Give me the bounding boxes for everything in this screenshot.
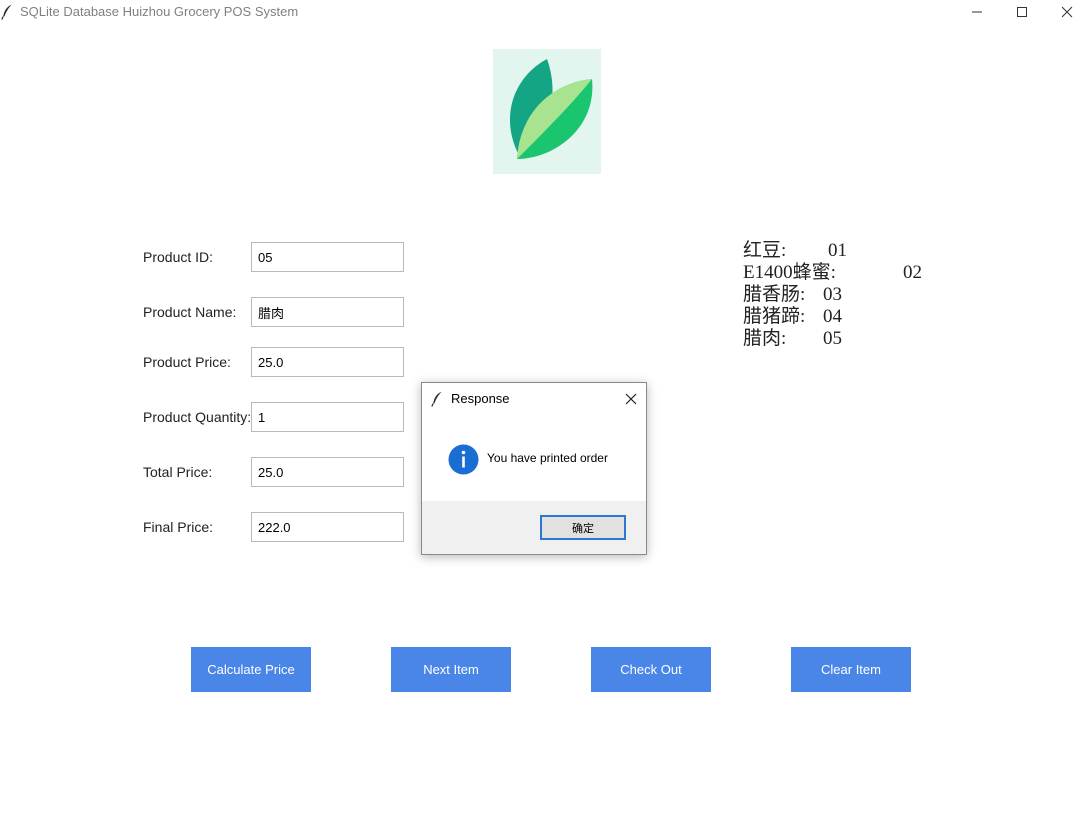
product-id-input[interactable]	[251, 242, 404, 272]
product-reference-name: E1400蜂蜜:	[743, 262, 836, 283]
product-reference-name: 红豆:	[743, 240, 787, 261]
product-name-label: Product Name:	[143, 304, 237, 320]
product-price-label: Product Price:	[143, 354, 231, 370]
minimize-button[interactable]	[955, 0, 1000, 24]
product-code-list: 红豆: 01 E1400蜂蜜: 02 腊香肠: 03 腊猪蹄: 04 腊肉: 0…	[743, 240, 943, 350]
dialog-title: Response	[451, 391, 510, 406]
store-logo	[493, 49, 601, 174]
product-reference-code: 03	[823, 284, 842, 305]
final-price-input[interactable]	[251, 512, 404, 542]
window-title: SQLite Database Huizhou Grocery POS Syst…	[20, 4, 299, 19]
product-reference-name: 腊香肠:	[743, 284, 806, 305]
product-price-input[interactable]	[251, 347, 404, 377]
product-id-label: Product ID:	[143, 249, 214, 265]
feather-icon	[1, 4, 12, 20]
info-icon	[448, 444, 479, 475]
list-item: E1400蜂蜜: 02	[743, 262, 943, 284]
dialog-close-button[interactable]	[623, 391, 639, 407]
list-item: 腊香肠: 03	[743, 284, 943, 306]
total-price-input[interactable]	[251, 457, 404, 487]
close-window-button[interactable]	[1045, 0, 1086, 24]
minimize-icon	[972, 11, 982, 13]
title-bar: SQLite Database Huizhou Grocery POS Syst…	[0, 0, 1086, 24]
close-icon	[625, 393, 637, 405]
clear-item-button[interactable]: Clear Item	[791, 647, 911, 692]
feather-icon	[431, 391, 442, 407]
product-reference-code: 05	[823, 328, 842, 349]
product-name-input[interactable]	[251, 297, 404, 327]
product-reference-code: 04	[823, 306, 842, 327]
dialog-message: You have printed order	[487, 451, 608, 465]
list-item: 腊肉: 05	[743, 328, 943, 350]
next-item-button[interactable]: Next Item	[391, 647, 511, 692]
maximize-button[interactable]	[1000, 0, 1045, 24]
product-reference-code: 01	[828, 240, 847, 261]
product-quantity-label: Product Quantity:	[143, 409, 252, 425]
leaf-logo-icon	[509, 59, 593, 159]
close-icon	[1061, 6, 1073, 18]
list-item: 红豆: 01	[743, 240, 943, 262]
final-price-label: Final Price:	[143, 519, 214, 535]
ok-button[interactable]: 确定	[540, 515, 626, 540]
product-reference-name: 腊猪蹄:	[743, 306, 806, 327]
product-quantity-input[interactable]	[251, 402, 404, 432]
total-price-label: Total Price:	[143, 464, 213, 480]
check-out-button[interactable]: Check Out	[591, 647, 711, 692]
response-dialog: Response You have printed order 确定	[421, 382, 647, 555]
calculate-price-button[interactable]: Calculate Price	[191, 647, 311, 692]
maximize-icon	[1017, 7, 1027, 17]
dialog-footer: 确定	[422, 501, 646, 554]
product-reference-name: 腊肉:	[743, 328, 787, 349]
list-item: 腊猪蹄: 04	[743, 306, 943, 328]
product-reference-code: 02	[903, 262, 922, 283]
